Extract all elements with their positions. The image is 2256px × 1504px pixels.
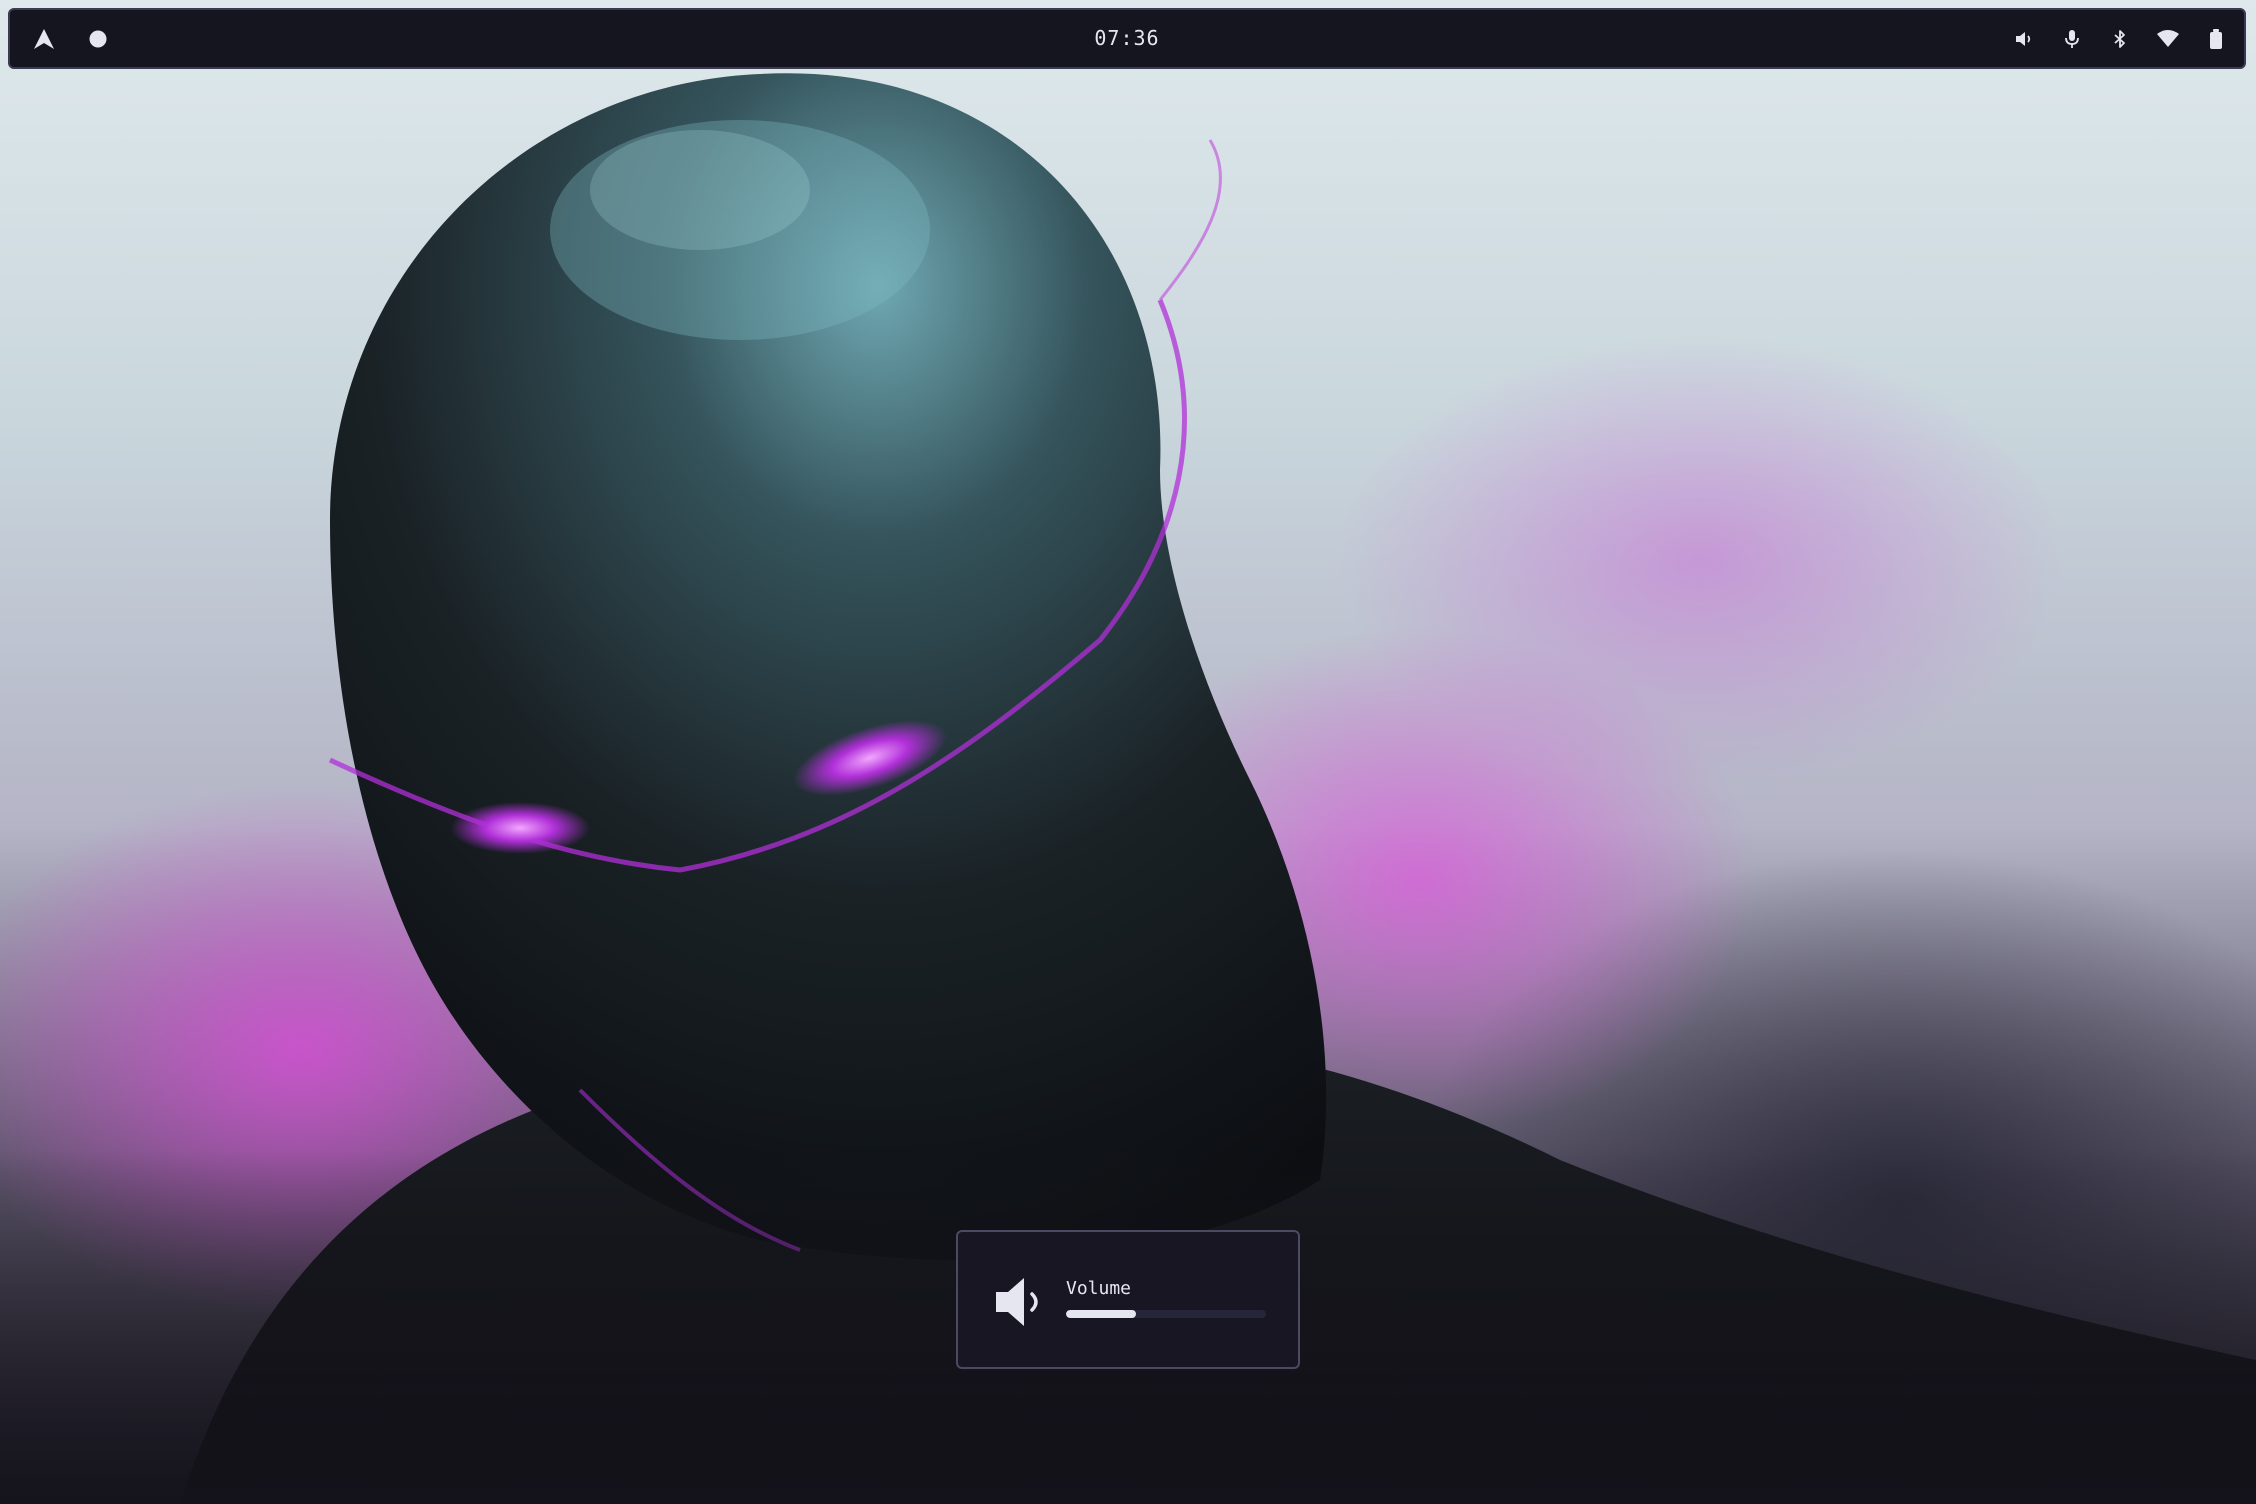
clock[interactable]: 07:36 <box>10 10 2244 67</box>
volume-level-bar <box>1066 1310 1266 1318</box>
top-bar: 07:36 <box>8 8 2246 69</box>
microphone-icon[interactable] <box>2058 25 2086 53</box>
speaker-icon <box>990 1270 1054 1334</box>
bluetooth-icon[interactable] <box>2106 25 2134 53</box>
desktop: 07:36 Volume <box>0 0 2256 1504</box>
wifi-icon[interactable] <box>2154 25 2182 53</box>
osd-label: Volume <box>1066 1278 1132 1299</box>
volume-osd: Volume <box>956 1230 1300 1369</box>
battery-icon[interactable] <box>2202 25 2230 53</box>
system-tray <box>2010 10 2230 67</box>
volume-icon[interactable] <box>2010 25 2038 53</box>
volume-level-fill <box>1066 1310 1136 1318</box>
